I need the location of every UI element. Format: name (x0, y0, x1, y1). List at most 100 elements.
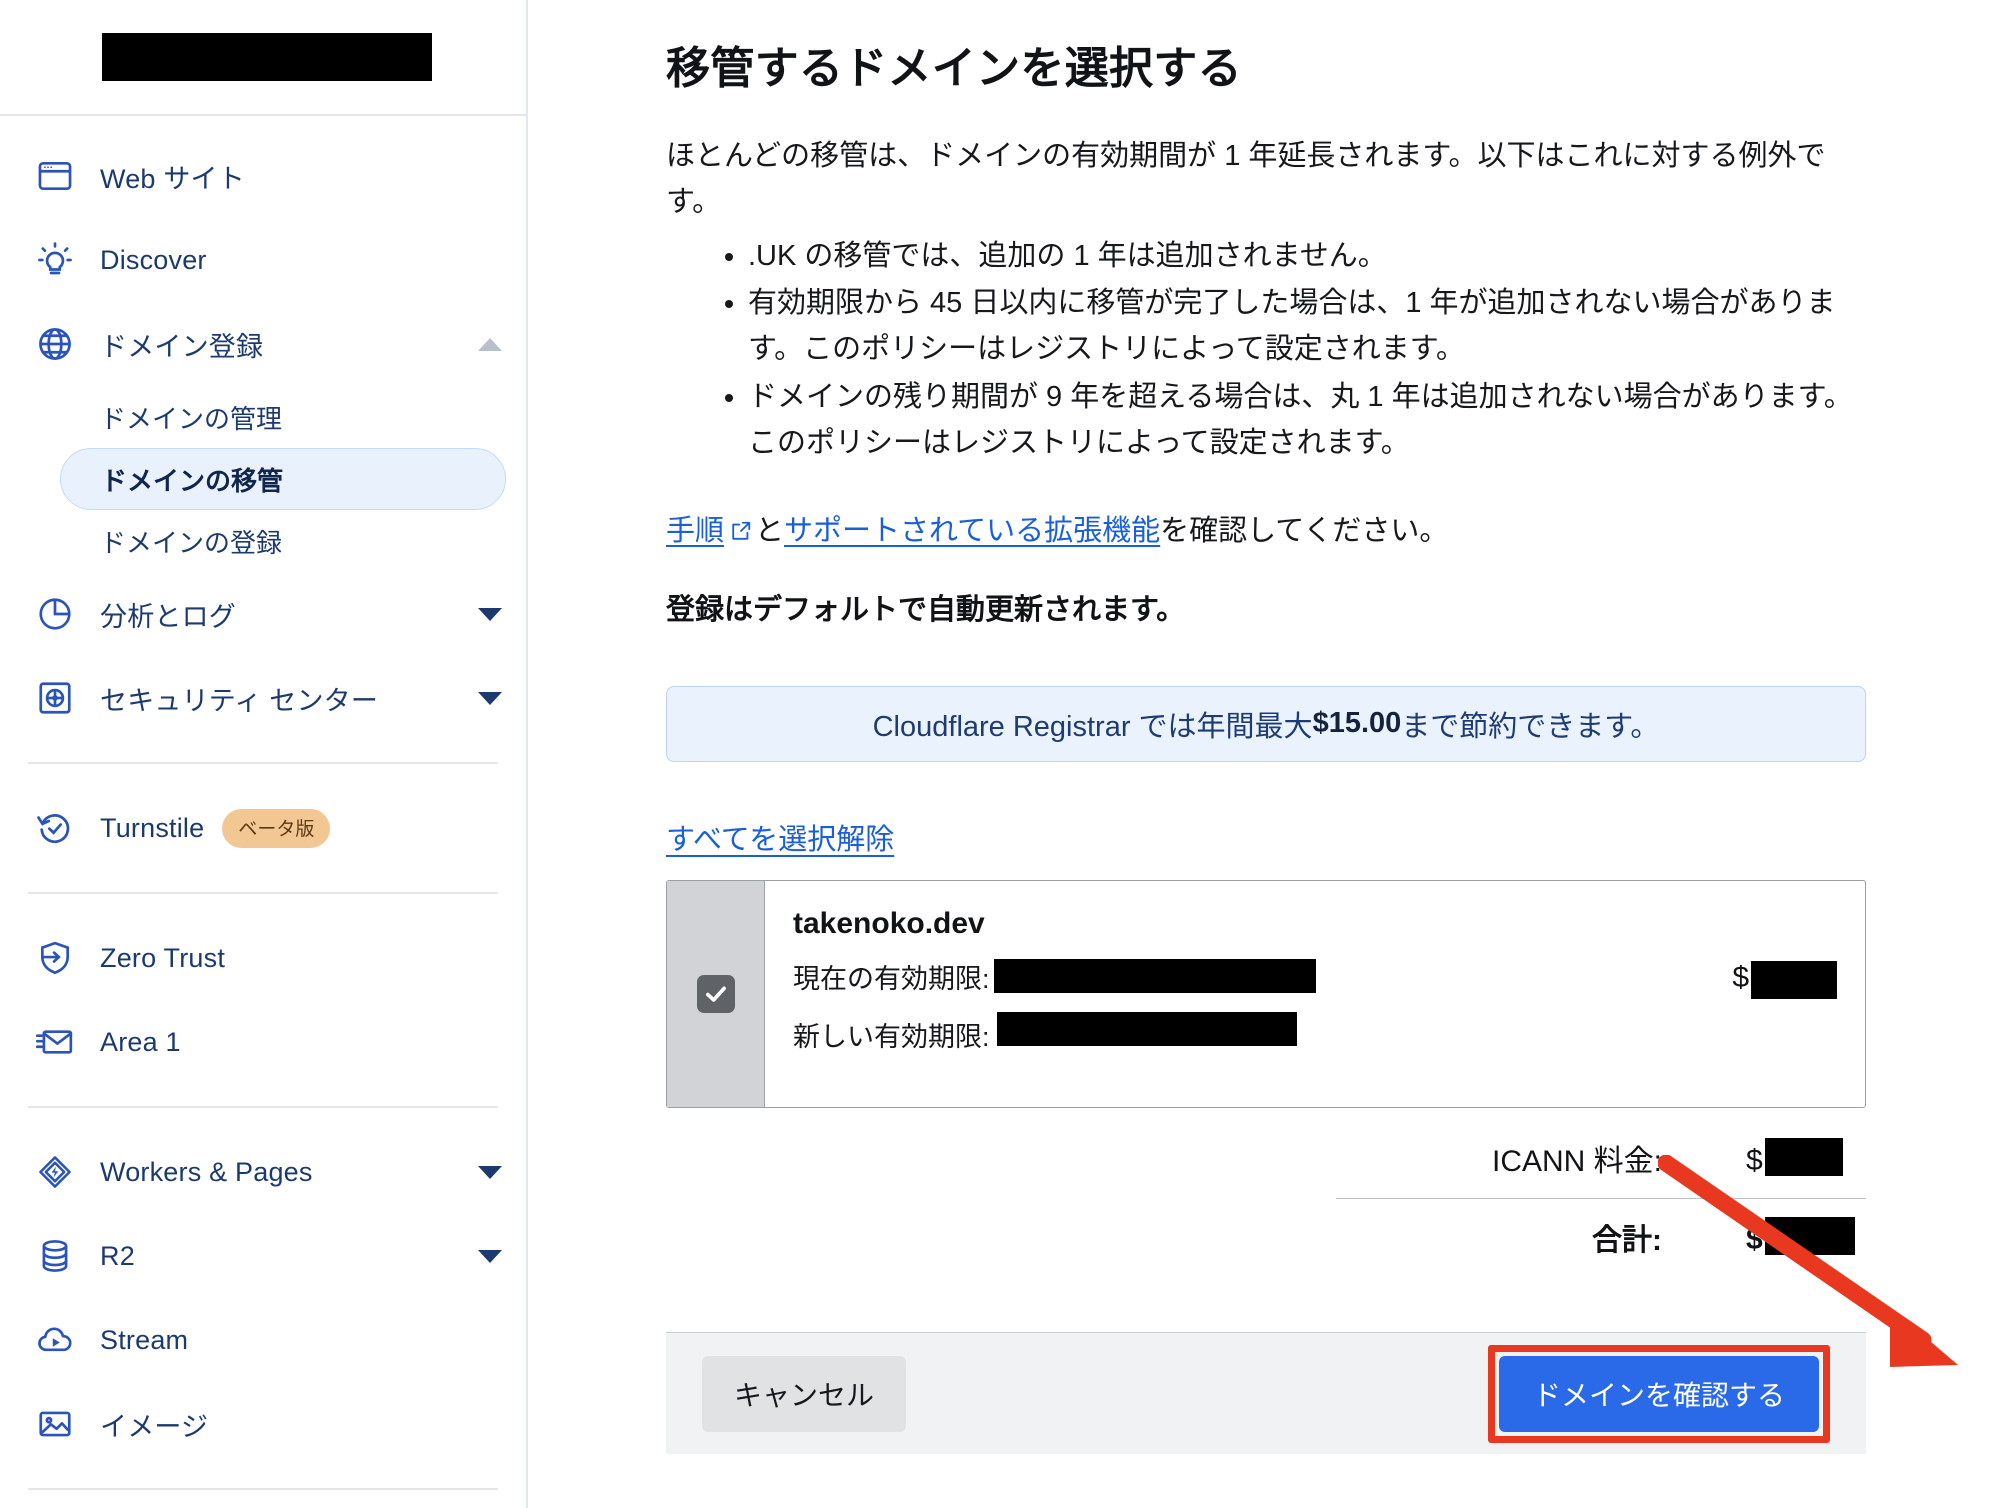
deselect-all-wrap: すべてを選択解除 (666, 816, 1924, 858)
sidebar-item-manage-domains[interactable]: ドメインの管理 (60, 386, 506, 448)
sidebar-item-discover[interactable]: Discover (0, 218, 526, 302)
sidebar-item-security-center[interactable]: セキュリティ センター (0, 656, 526, 740)
icann-fee-label: ICANN 料金: (1336, 1136, 1746, 1180)
domain-checkbox[interactable] (697, 975, 735, 1013)
sidebar-item-label: ドメインの管理 (100, 399, 282, 436)
links-suffix: を確認してください。 (1160, 515, 1448, 547)
chevron-up-icon[interactable] (478, 338, 502, 351)
domain-name: takenoko.dev (793, 907, 1316, 941)
current-expiry-value-redacted (994, 959, 1316, 993)
savings-prefix: Cloudflare Registrar では年間最大 (873, 703, 1313, 745)
lightbulb-icon (34, 239, 76, 281)
domain-checkbox-cell[interactable] (667, 881, 765, 1107)
checkmark-icon (703, 981, 729, 1007)
sidebar-item-images[interactable]: イメージ (0, 1382, 526, 1466)
domain-price: $ (1732, 907, 1837, 1083)
instructions-link[interactable]: 手順 (666, 515, 724, 547)
chevron-down-icon[interactable] (478, 1250, 502, 1263)
sidebar: Web サイト Discover (0, 0, 528, 1508)
chevron-down-icon[interactable] (478, 692, 502, 705)
total-currency: $ (1746, 1223, 1763, 1256)
sidebar-item-register-domains[interactable]: ドメインの登録 (60, 510, 506, 572)
deselect-all-link[interactable]: すべてを選択解除 (666, 824, 894, 856)
savings-suffix: まで節約できます。 (1401, 703, 1659, 745)
account-name-redacted (102, 33, 432, 81)
domain-details: takenoko.dev 現在の有効期限: 新しい有効期限: (793, 907, 1316, 1083)
sidebar-item-area-1[interactable]: Area 1 (0, 1000, 526, 1084)
sidebar-item-label: Turnstile (100, 813, 204, 844)
sidebar-item-label: Web サイト (100, 157, 245, 196)
main-content: 移管するドメインを選択する ほとんどの移管は、ドメインの有効期間が 1 年延長さ… (528, 0, 1992, 1508)
confirm-button-highlight: ドメインを確認する (1488, 1345, 1830, 1443)
sidebar-item-transfer-domains[interactable]: ドメインの移管 (60, 448, 506, 510)
chevron-down-icon[interactable] (478, 608, 502, 621)
grand-total-value-redacted (1765, 1217, 1855, 1255)
icann-fee-row: ICANN 料金: $ (1336, 1136, 1866, 1180)
totals-section: ICANN 料金: $ 合計: $ (666, 1136, 1866, 1259)
sidebar-item-zero-trust[interactable]: Zero Trust (0, 916, 526, 1000)
domain-price-currency: $ (1732, 961, 1749, 995)
sidebar-item-label: Zero Trust (100, 943, 225, 974)
intro-paragraph: ほとんどの移管は、ドメインの有効期間が 1 年延長されます。以下はこれに対する例… (666, 134, 1861, 226)
sidebar-item-domain-registration[interactable]: ドメイン登録 (0, 302, 526, 386)
sidebar-item-label: セキュリティ センター (100, 679, 378, 718)
links-conjunction: と (755, 515, 784, 547)
sidebar-divider-3 (28, 1106, 498, 1108)
list-item: .UK の移管では、追加の 1 年は追加されません。 (748, 234, 1866, 280)
savings-amount: $15.00 (1313, 707, 1402, 740)
supported-extensions-link[interactable]: サポートされている拡張機能 (784, 515, 1160, 547)
stream-cloud-play-icon (34, 1319, 76, 1361)
current-expiry-label: 現在の有効期限: (793, 957, 990, 996)
sidebar-item-analytics-logs[interactable]: 分析とログ (0, 572, 526, 656)
pie-chart-icon (34, 593, 76, 635)
icann-fee-value: $ (1746, 1138, 1866, 1178)
security-shield-icon (34, 677, 76, 719)
sidebar-item-label: Area 1 (100, 1027, 181, 1058)
globe-icon (34, 323, 76, 365)
confirm-domains-button[interactable]: ドメインを確認する (1499, 1356, 1819, 1432)
sidebar-divider-2 (28, 892, 498, 894)
sidebar-item-label: Workers & Pages (100, 1157, 313, 1188)
savings-banner: Cloudflare Registrar では年間最大 $15.00 まで節約で… (666, 686, 1866, 762)
image-icon (34, 1403, 76, 1445)
auto-renew-note: 登録はデフォルトで自動更新されます。 (666, 586, 1924, 628)
new-expiry-label: 新しい有効期限: (793, 1022, 990, 1052)
sidebar-item-stream[interactable]: Stream (0, 1298, 526, 1382)
new-expiry-value-redacted (997, 1012, 1297, 1046)
sidebar-item-label: ドメイン登録 (100, 325, 263, 364)
cancel-button[interactable]: キャンセル (702, 1356, 906, 1432)
sidebar-item-workers-pages[interactable]: Workers & Pages (0, 1130, 526, 1214)
totals-separator (1336, 1198, 1866, 1199)
list-item: 有効期限から 45 日以内に移管が完了した場合は、1 年が追加されない場合があり… (748, 281, 1866, 373)
chevron-down-icon[interactable] (478, 1166, 502, 1179)
envelope-icon (34, 1021, 76, 1063)
exceptions-list: .UK の移管では、追加の 1 年は追加されません。 有効期限から 45 日以内… (666, 234, 1866, 467)
domain-row[interactable]: takenoko.dev 現在の有効期限: 新しい有効期限: $ (666, 880, 1866, 1108)
action-bar: キャンセル ドメインを確認する (666, 1332, 1866, 1454)
beta-badge: ベータ版 (222, 809, 330, 848)
workers-icon (34, 1151, 76, 1193)
domain-price-value-redacted (1751, 961, 1837, 999)
sidebar-item-r2[interactable]: R2 (0, 1214, 526, 1298)
list-item: ドメインの残り期間が 9 年を超える場合は、丸 1 年は追加されない場合がありま… (748, 375, 1866, 467)
grand-total-value: $ (1746, 1217, 1866, 1257)
grand-total-label: 合計: (1336, 1215, 1746, 1259)
sidebar-item-label: R2 (100, 1241, 135, 1272)
external-link-icon (730, 517, 752, 550)
icann-currency: $ (1746, 1144, 1763, 1177)
grand-total-row: 合計: $ (1336, 1215, 1866, 1259)
sidebar-divider-1 (28, 762, 498, 764)
sidebar-item-label: Discover (100, 245, 207, 276)
page-title: 移管するドメインを選択する (666, 32, 1924, 96)
app-root: Web サイト Discover (0, 0, 1992, 1508)
sidebar-divider-4 (28, 1488, 498, 1490)
sidebar-item-turnstile[interactable]: Turnstile ベータ版 (0, 786, 526, 870)
sidebar-item-websites[interactable]: Web サイト (0, 134, 526, 218)
sidebar-item-label: 分析とログ (100, 595, 236, 634)
browser-window-icon (34, 155, 76, 197)
domain-card-body: takenoko.dev 現在の有効期限: 新しい有効期限: $ (765, 881, 1865, 1107)
sidebar-item-label: ドメインの登録 (100, 523, 282, 560)
zero-trust-shield-icon (34, 937, 76, 979)
account-brand-row[interactable] (0, 0, 526, 116)
current-expiry-row: 現在の有効期限: (793, 957, 1316, 996)
